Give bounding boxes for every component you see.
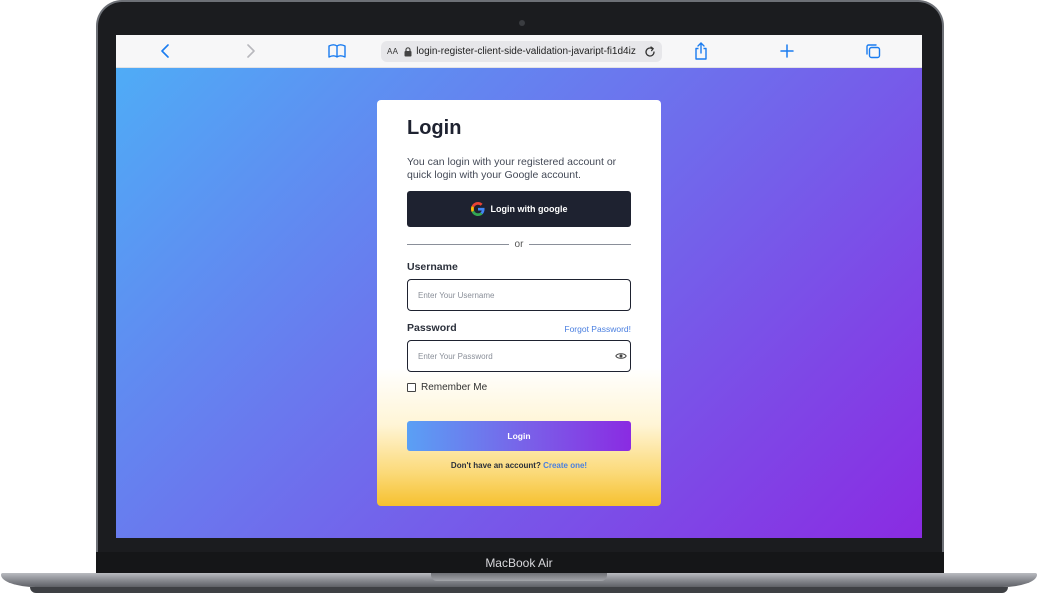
username-label: Username — [407, 261, 458, 273]
address-bar[interactable]: AA login-register-client-side-validation… — [381, 41, 662, 62]
reader-aa-button[interactable]: AA — [387, 47, 398, 56]
remember-me-label: Remember Me — [421, 382, 488, 393]
bookmarks-book-icon[interactable] — [328, 42, 346, 60]
tabs-overview-icon[interactable] — [864, 42, 882, 60]
password-label: Password — [407, 322, 457, 334]
divider-line-right — [529, 243, 631, 245]
show-password-eye-icon[interactable] — [615, 351, 627, 361]
share-icon[interactable] — [692, 42, 710, 60]
login-card: Login You can login with your registered… — [377, 100, 661, 506]
password-input[interactable] — [407, 340, 631, 372]
url-text: login-register-client-side-validation-ja… — [416, 46, 636, 57]
google-logo-icon — [470, 202, 485, 216]
signup-prompt-row: Don't have an account? Create one! — [407, 461, 631, 470]
lock-icon — [404, 46, 412, 57]
login-submit-button[interactable]: Login — [407, 421, 631, 451]
laptop-base-notch — [431, 573, 607, 581]
signup-prompt-text: Don't have an account? — [450, 461, 544, 470]
camera-dot — [519, 20, 525, 26]
stage: AA login-register-client-side-validation… — [0, 0, 1038, 596]
login-description: You can login with your registered accou… — [407, 156, 617, 181]
google-button-label: Login with google — [490, 204, 568, 214]
login-with-google-button[interactable]: Login with google — [407, 191, 631, 227]
or-divider: or — [407, 237, 631, 251]
remember-me-row[interactable]: Remember Me — [407, 382, 487, 393]
divider-or-text: or — [514, 238, 524, 250]
reload-icon[interactable] — [644, 45, 656, 58]
divider-line-left — [407, 243, 509, 245]
page-background: Login You can login with your registered… — [116, 68, 922, 538]
browser-toolbar: AA login-register-client-side-validation… — [116, 35, 922, 68]
laptop-screen: AA login-register-client-side-validation… — [116, 35, 922, 538]
login-title: Login — [407, 117, 462, 139]
forward-chevron-icon[interactable] — [242, 42, 260, 60]
laptop-brand-label: MacBook Air — [485, 556, 553, 570]
username-input[interactable] — [407, 279, 631, 311]
forgot-password-link[interactable]: Forgot Password! — [564, 324, 631, 334]
create-account-link[interactable]: Create one! — [543, 461, 587, 470]
remember-me-checkbox[interactable] — [407, 383, 416, 392]
back-chevron-icon[interactable] — [156, 42, 174, 60]
new-tab-plus-icon[interactable] — [778, 42, 796, 60]
laptop-base-underside — [30, 587, 1008, 593]
